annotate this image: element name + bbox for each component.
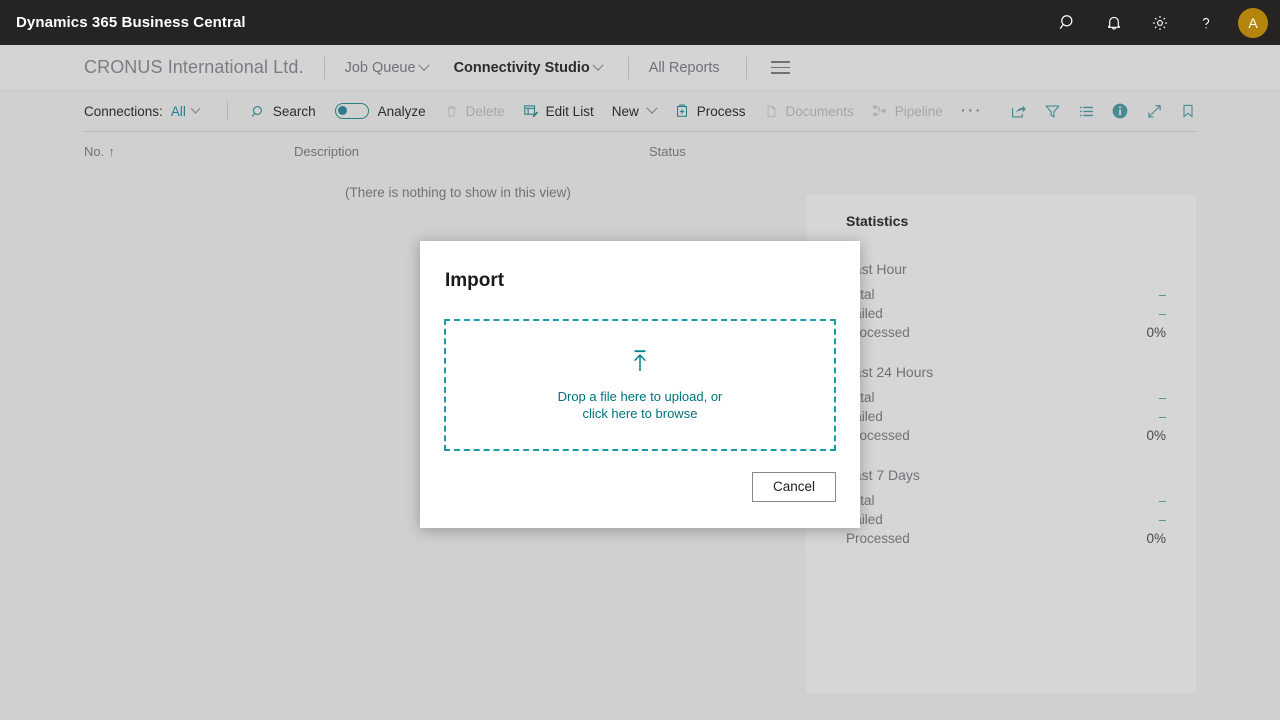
dropzone-line-1: Drop a file here to upload, or — [557, 388, 723, 404]
dropzone-line-2: click here to browse — [582, 405, 698, 421]
import-dialog: Import Drop a file here to upload, or cl… — [420, 241, 860, 528]
dropzone-text: Drop a file here to upload, or click her… — [558, 388, 723, 422]
dialog-title: Import — [445, 270, 505, 291]
modal-scrim: Import Drop a file here to upload, or cl… — [0, 0, 1280, 720]
file-dropzone[interactable]: Drop a file here to upload, or click her… — [444, 319, 836, 451]
dialog-footer: Cancel — [444, 451, 836, 528]
upload-icon — [628, 349, 652, 379]
cancel-button[interactable]: Cancel — [752, 471, 836, 502]
